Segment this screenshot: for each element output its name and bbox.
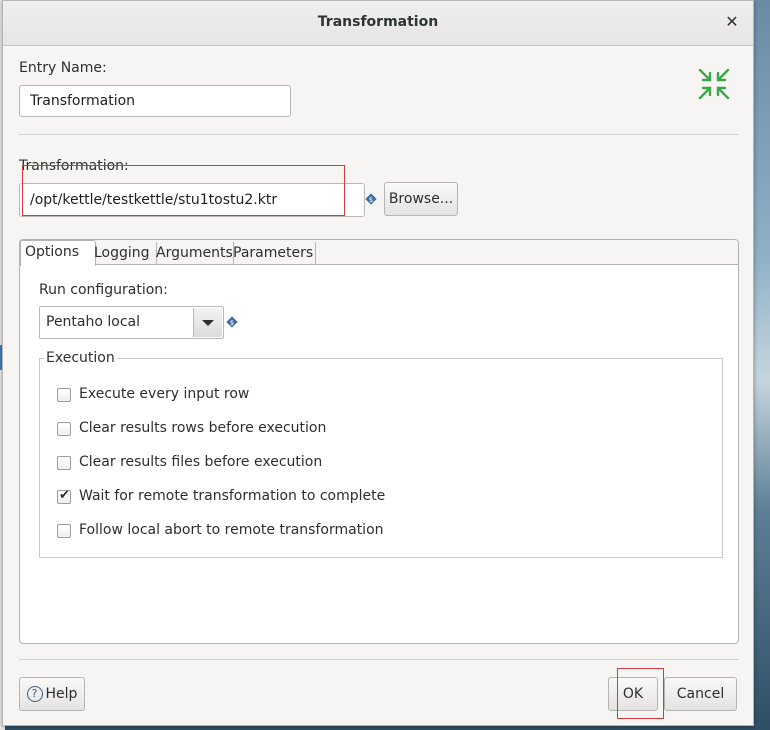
tab-logging[interactable]: Logging (90, 242, 157, 264)
checkbox-box[interactable] (57, 456, 71, 470)
tab-arguments[interactable]: Arguments (152, 242, 234, 264)
help-button-label: Help (45, 686, 78, 702)
transformation-dialog: Transformation ✕ Entry Name: Transformat… (2, 0, 754, 726)
checkbox-box[interactable] (57, 388, 71, 402)
transformation-label: Transformation: (19, 158, 129, 174)
cancel-button[interactable]: Cancel (664, 677, 737, 711)
execution-group: Execution Execute every input row Clear … (39, 350, 723, 558)
help-icon: ? (26, 686, 43, 702)
footer-separator (19, 659, 739, 660)
execution-group-title: Execution (44, 350, 117, 366)
entry-name-input[interactable]: Transformation (19, 85, 291, 117)
svg-text:$: $ (230, 319, 234, 327)
ok-button[interactable]: OK (608, 677, 658, 711)
title-bar[interactable]: Transformation ✕ (3, 1, 753, 46)
checkbox-label: Wait for remote transformation to comple… (79, 488, 386, 504)
separator (19, 134, 739, 135)
run-configuration-label: Run configuration: (39, 282, 168, 298)
tab-bar: Options Logging Arguments Parameters (20, 240, 738, 266)
checkbox-label: Clear results files before execution (79, 454, 323, 470)
chevron-down-icon[interactable] (193, 308, 222, 337)
tab-parameters[interactable]: Parameters (229, 242, 316, 264)
transformation-path-input[interactable]: /opt/kettle/testkettle/stu1tostu2.ktr (19, 183, 365, 217)
checkbox-box-checked[interactable] (57, 488, 71, 504)
checkbox-label: Follow local abort to remote transformat… (79, 522, 384, 538)
entry-name-label: Entry Name: (19, 60, 107, 76)
options-tab-panel: Options Logging Arguments Parameters Run… (19, 239, 739, 644)
checkbox-label: Execute every input row (79, 386, 250, 402)
checkbox-box[interactable] (57, 422, 71, 436)
collapse-arrows-icon[interactable] (697, 67, 731, 101)
run-configuration-select[interactable]: Pentaho local (39, 306, 224, 339)
browse-button[interactable]: Browse... (384, 182, 458, 216)
svg-text:$: $ (369, 196, 373, 204)
run-configuration-value: Pentaho local (46, 314, 141, 330)
variable-icon: $ (365, 193, 377, 205)
dialog-title: Transformation (317, 14, 439, 30)
variable-icon: $ (226, 316, 238, 328)
close-icon[interactable]: ✕ (723, 13, 741, 31)
checkbox-box[interactable] (57, 524, 71, 538)
help-button[interactable]: ? Help (19, 677, 85, 711)
tab-options[interactable]: Options (20, 240, 96, 266)
checkbox-label: Clear results rows before execution (79, 420, 327, 436)
